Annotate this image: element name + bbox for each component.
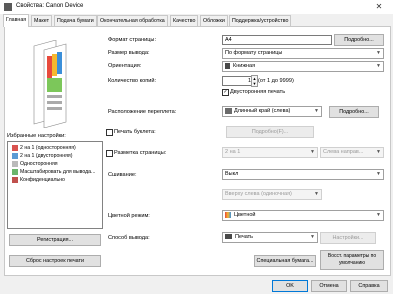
printer-icon	[4, 3, 12, 11]
printer-icon	[225, 234, 232, 240]
booklet-checkbox[interactable]	[106, 129, 113, 136]
staple-position-select[interactable]: Вверху слева (одиночная) ▼	[222, 189, 322, 200]
scale-icon	[12, 168, 18, 175]
cancel-button[interactable]: Отмена	[311, 280, 347, 292]
output-method-label: Способ вывода:	[108, 235, 150, 241]
page-layout-label: Разметка страницы:	[114, 150, 167, 156]
chevron-down-icon: ▼	[376, 63, 381, 69]
output-size-label: Размер вывода:	[108, 50, 150, 56]
copies-input[interactable]: 1	[222, 76, 254, 86]
orientation-label: Ориентация:	[108, 63, 142, 69]
binding-select[interactable]: Длинный край (слева) ▼	[222, 106, 322, 117]
page-size-details-button[interactable]: Подробно...	[334, 34, 384, 46]
favorites-label: Избранные настройки:	[7, 133, 66, 139]
chevron-down-icon: ▼	[376, 212, 381, 218]
window-title: Свойства: Canon Device	[16, 3, 84, 9]
layout-icon	[12, 152, 18, 159]
list-item[interactable]: Односторонняя	[12, 160, 58, 168]
title-bar: Свойства: Canon Device ✕	[0, 0, 393, 14]
restore-defaults-button[interactable]: Восст. параметры по умолчанию	[320, 250, 384, 270]
output-settings-button[interactable]: Настройки...	[320, 232, 376, 244]
list-item[interactable]: Масштабировать для вывода...	[12, 168, 95, 176]
tab-paper[interactable]: Подача бумаги	[54, 15, 97, 26]
page-preview	[26, 39, 74, 129]
help-button[interactable]: Справка	[350, 280, 388, 292]
output-method-select[interactable]: Печать ▼	[222, 232, 318, 243]
duplex-checkbox[interactable]: ✓	[222, 89, 229, 96]
page-size-label: Формат страницы:	[108, 37, 156, 43]
page-icon	[12, 160, 18, 167]
page-layout-select[interactable]: 2 на 1 ▼	[222, 147, 318, 158]
tab-covers[interactable]: Обложки	[200, 15, 228, 26]
staple-label: Сшивание:	[108, 172, 137, 178]
portrait-icon	[225, 62, 230, 69]
booklet-label: Печать буклета:	[114, 129, 156, 135]
close-icon[interactable]: ✕	[370, 1, 388, 12]
binding-details-button[interactable]: Подробно...	[329, 106, 379, 118]
page-order-select[interactable]: Слева направ... ▼	[320, 147, 384, 158]
chevron-down-icon: ▼	[376, 149, 381, 155]
color-mode-select[interactable]: Цветной ▼	[222, 210, 384, 221]
ok-button[interactable]: OK	[272, 280, 308, 292]
favorites-list[interactable]: 2 на 1 (односторонняя) 2 на 1 (двусторон…	[7, 141, 103, 229]
orientation-select[interactable]: Книжная ▼	[222, 61, 384, 72]
chevron-down-icon: ▼	[310, 149, 315, 155]
list-item[interactable]: 2 на 1 (односторонняя)	[12, 144, 76, 152]
chevron-down-icon: ▼	[310, 234, 315, 240]
output-size-select[interactable]: По формату страницы ▼	[222, 48, 384, 59]
binding-icon	[225, 107, 232, 114]
page-layout-checkbox[interactable]	[106, 150, 113, 157]
duplex-label: Двусторонняя печать	[230, 89, 286, 95]
register-button[interactable]: Регистрация...	[9, 234, 101, 246]
tab-support[interactable]: Поддержка/устройство	[229, 15, 292, 26]
staple-select[interactable]: Выкл ▼	[222, 169, 384, 180]
chevron-down-icon: ▼	[314, 108, 319, 114]
tab-finishing[interactable]: Окончательная обработка	[97, 15, 168, 26]
booklet-details-button[interactable]: Подробно(F)...	[226, 126, 314, 138]
chevron-down-icon: ▼	[314, 191, 319, 197]
tab-quality[interactable]: Качество	[170, 15, 199, 26]
tab-layout[interactable]: Макет	[31, 15, 52, 26]
copies-label: Количество копий:	[108, 78, 157, 84]
tab-main[interactable]: Главная	[3, 14, 30, 27]
chevron-down-icon: ▼	[376, 50, 381, 56]
copies-stepper[interactable]: ▲ ▼	[251, 75, 258, 87]
color-icon	[225, 211, 231, 218]
list-item[interactable]: 2 на 1 (двусторонняя)	[12, 152, 72, 160]
layout-icon	[12, 144, 18, 151]
color-mode-label: Цветной режим:	[108, 213, 150, 219]
binding-label: Расположение переплета:	[108, 109, 177, 115]
list-item[interactable]: Конфиденциально	[12, 176, 65, 184]
reset-settings-button[interactable]: Сброс настроек печати	[9, 255, 101, 267]
confidential-icon	[12, 176, 18, 183]
chevron-down-icon: ▼	[376, 171, 381, 177]
copies-range-label: (от 1 до 9999)	[258, 78, 294, 84]
special-paper-button[interactable]: Специальная бумага...	[254, 255, 316, 267]
page-size-field[interactable]: A4	[222, 35, 332, 45]
